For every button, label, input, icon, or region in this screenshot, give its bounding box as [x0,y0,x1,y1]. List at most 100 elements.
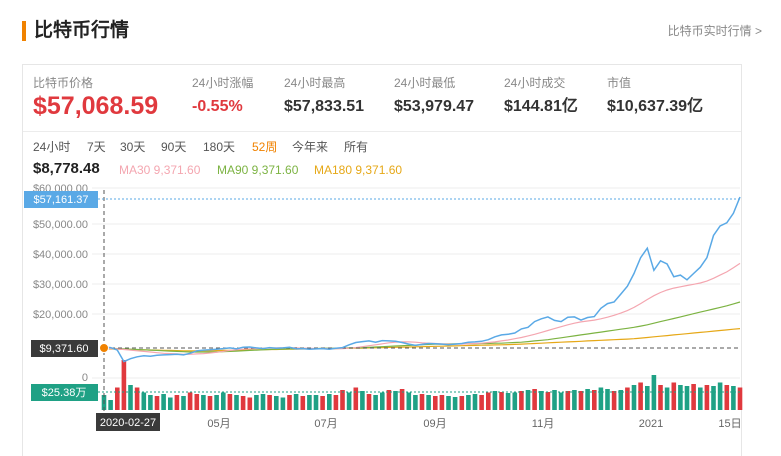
volume-bar [207,396,213,410]
volume-bar [731,386,736,410]
stat-value: $144.81亿 [504,98,578,115]
volume-bar [161,394,166,410]
volume-bar [221,392,226,410]
volume-bar [340,390,345,410]
stat-label: 24小时成交 [504,76,566,90]
range-tab-90d[interactable]: 90天 [161,138,186,156]
x-tick-label: 09月 [423,418,446,430]
volume-bar [413,395,418,410]
volume-bar [293,394,299,410]
range-tab-all[interactable]: 所有 [344,138,368,156]
volume-bar [386,390,392,410]
volume-bar [671,382,677,410]
volume-bar [645,386,650,410]
volume-bar [598,387,604,410]
volume-bar [380,392,385,410]
date-tag: 2020-02-27 [96,413,160,431]
stat-high: 24小时最高 $57,833.51 [284,75,364,118]
price-tag-label: $9,371.60 [40,343,89,355]
volume-bar [174,395,180,410]
volume-bar [565,391,571,410]
y-tick-label: $50,000.00 [33,219,88,231]
volume-bar [227,394,233,410]
volume-bar [134,387,140,410]
volume-bar [154,396,160,410]
volume-bar [307,395,312,410]
volume-bar [194,394,200,410]
range-tab-ytd[interactable]: 今年来 [292,138,328,156]
volume-bar [419,394,425,410]
volume-bar [698,387,703,410]
volume-bar [446,396,451,410]
ma180-legend: MA180 9,371.60 [314,163,403,177]
stat-label: 24小时最低 [394,76,456,90]
volume-bar [492,391,498,410]
page-title: 比特币行情 [34,20,130,41]
volume-bar [578,391,584,410]
volume-tag: $25.38万 [31,384,98,401]
stat-price: 比特币价格 $57,068.59 [33,75,158,120]
volume-bar [512,392,518,410]
x-axis-labels: 05月 07月 09月 11月 2021 15日 [207,418,741,430]
ma90-legend: MA90 9,371.60 [217,163,299,177]
range-tab-30d[interactable]: 30天 [120,138,145,156]
volume-bar [254,395,259,410]
x-tick-label: 07月 [314,418,337,430]
volume-bar [618,390,624,410]
volume-bar [625,387,630,410]
volume-bar [704,385,710,410]
volume-tag-label: $25.38万 [42,387,87,399]
realtime-quote-link[interactable]: 比特币实时行情 > [668,23,762,39]
ma30-line [103,262,741,355]
volume-bar [333,395,339,410]
volume-bar [691,384,696,410]
volume-bar [346,392,352,410]
volume-bar [141,392,147,410]
volume-bar [737,387,743,410]
section-header: 比特币行情 比特币实时行情 > [22,18,762,44]
volume-bar [406,392,412,410]
volume-bar [439,395,445,410]
volume-bar [717,382,723,410]
stat-value: $53,979.47 [394,98,475,115]
volume-bar [486,392,491,410]
volume-bar [360,391,365,410]
volume-bar [505,393,511,410]
ma-legend: $8,778.48 MA30 9,371.60 MA90 9,371.60 MA… [33,159,733,179]
volume-bar [108,400,113,410]
volume-bar [121,360,127,410]
volume-bar [638,382,643,410]
price-chart[interactable]: $60,000.00 $50,000.00 $40,000.00 $30,000… [22,180,752,442]
range-tab-24h[interactable]: 24小时 [33,138,70,156]
ma30-legend: MA30 9,371.60 [119,163,201,177]
stat-value: $57,833.51 [284,98,365,115]
volume-bar [320,396,325,410]
crosshair-price: $8,778.48 [33,160,100,177]
volume-bar [684,386,690,410]
volume-bar [711,386,716,410]
volume-bar [479,395,484,410]
stat-market-cap: 市值 $10,637.39亿 [607,75,703,118]
price-line [103,196,741,363]
stat-value: -0.55% [192,98,243,115]
volume-bar [611,391,617,410]
volume-bar [519,391,524,410]
volume-bar [327,394,332,410]
volume-bar [472,394,478,410]
volume-bar [426,395,431,410]
volume-bar [658,385,663,410]
grid [92,187,740,379]
stat-value: $57,068.59 [33,92,159,120]
range-tab-180d[interactable]: 180天 [203,138,235,156]
ma180-line [103,328,741,352]
volume-bar [274,396,279,410]
volume-bar [366,394,372,410]
range-tab-52w[interactable]: 52周 [252,138,277,156]
stat-low: 24小时最低 $53,979.47 [394,75,474,118]
volume-bar [181,396,186,410]
stats-row: 比特币价格 $57,068.59 24小时涨幅 -0.55% 24小时最高 $5… [23,65,741,132]
range-tab-7d[interactable]: 7天 [87,138,106,156]
price-line-group [103,196,741,363]
top-marker: $57,161.37 [24,191,98,208]
stat-label: 市值 [607,76,632,90]
